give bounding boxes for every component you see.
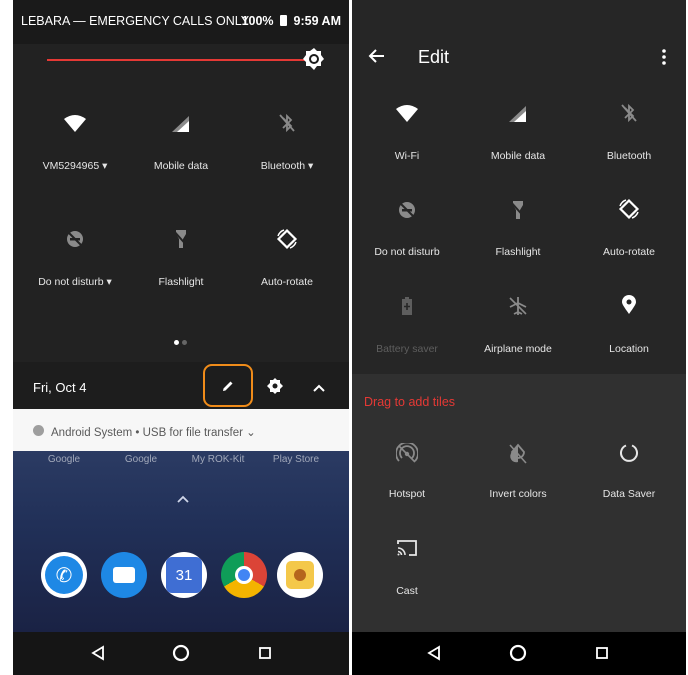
- bluetooth-off-icon[interactable]: [231, 112, 343, 139]
- home-app-label[interactable]: Google: [29, 454, 99, 465]
- battery-saver-icon[interactable]: [352, 296, 463, 321]
- home-app-label[interactable]: My ROK-Kit: [183, 454, 253, 465]
- location-icon[interactable]: [573, 295, 685, 320]
- wifi-icon[interactable]: [352, 104, 463, 129]
- tile-label[interactable]: Battery saver: [352, 343, 463, 355]
- edit-button[interactable]: [203, 364, 253, 407]
- home-app-label[interactable]: Google: [106, 454, 176, 465]
- tile-label[interactable]: Hotspot: [352, 488, 463, 500]
- auto-rotate-icon[interactable]: [231, 227, 343, 256]
- clock: 9:59 AM: [293, 14, 341, 28]
- battery-percent: 100%: [241, 14, 274, 28]
- messages-app-icon[interactable]: [101, 552, 147, 598]
- quick-settings-panel: LEBARA — EMERGENCY CALLS ONLY 100% 9:59 …: [13, 0, 349, 675]
- home-app-label[interactable]: Play Store: [261, 454, 331, 465]
- tile-bluetooth-label[interactable]: Bluetooth ▾: [231, 160, 343, 172]
- tile-label[interactable]: Do not disturb: [352, 246, 463, 258]
- mobile-data-icon[interactable]: [462, 104, 574, 129]
- tile-dnd-label[interactable]: Do not disturb ▾: [19, 276, 131, 288]
- tile-label[interactable]: Location: [573, 343, 685, 355]
- battery-icon: [280, 15, 288, 26]
- collapse-chevron-up-icon[interactable]: [313, 380, 325, 398]
- do-not-disturb-off-icon[interactable]: [352, 200, 463, 225]
- brightness-slider-thumb[interactable]: [303, 48, 325, 75]
- date-text: Fri, Oct 4: [33, 380, 87, 395]
- app-drawer-chevron-up-icon[interactable]: [176, 491, 190, 509]
- chevron-down-icon: ▾: [102, 160, 108, 172]
- quick-tiles-area: [13, 44, 349, 362]
- settings-gear-icon[interactable]: [267, 378, 283, 399]
- flashlight-off-icon[interactable]: [462, 199, 574, 226]
- tile-label[interactable]: Invert colors: [462, 488, 574, 500]
- recents-square-icon[interactable]: [590, 642, 614, 664]
- home-circle-icon[interactable]: [169, 642, 193, 664]
- tile-mobile-data-label[interactable]: Mobile data: [125, 160, 237, 172]
- invert-colors-off-icon[interactable]: [462, 443, 574, 470]
- tile-label[interactable]: Data Saver: [573, 488, 685, 500]
- edit-tiles-panel: Edit Wi-Fi Mobile data Bluetooth Do not …: [352, 0, 686, 675]
- back-triangle-icon[interactable]: [422, 642, 446, 664]
- android-system-icon: [33, 425, 44, 436]
- brightness-icon: [303, 48, 324, 70]
- overflow-menu-icon[interactable]: [662, 49, 666, 70]
- tile-label[interactable]: Auto-rotate: [573, 246, 685, 258]
- drag-to-add-heading: Drag to add tiles: [364, 395, 456, 409]
- airplane-mode-off-icon[interactable]: [462, 295, 574, 322]
- auto-rotate-icon[interactable]: [573, 197, 685, 226]
- notification-text[interactable]: Android System • USB for file transfer ⌄: [51, 425, 256, 439]
- do-not-disturb-off-icon[interactable]: [19, 229, 131, 254]
- back-triangle-icon[interactable]: [86, 642, 110, 664]
- page-title: Edit: [418, 47, 450, 67]
- home-screen-background: [13, 451, 349, 633]
- home-circle-icon[interactable]: [506, 642, 530, 664]
- edit-toolbar: [352, 0, 686, 86]
- carrier-text: LEBARA — EMERGENCY CALLS ONLY: [21, 14, 250, 28]
- tile-wifi-label[interactable]: VM5294965 ▾: [19, 160, 131, 172]
- tile-label[interactable]: Mobile data: [462, 150, 574, 162]
- camera-app-icon[interactable]: [277, 552, 323, 598]
- tile-label[interactable]: Airplane mode: [462, 343, 574, 355]
- tile-label[interactable]: Bluetooth: [573, 150, 685, 162]
- flashlight-off-icon[interactable]: [125, 228, 237, 255]
- bluetooth-off-icon[interactable]: [573, 102, 685, 129]
- tile-label[interactable]: Flashlight: [462, 246, 574, 258]
- brightness-slider-track[interactable]: [47, 59, 309, 61]
- status-bar: LEBARA — EMERGENCY CALLS ONLY 100% 9:59 …: [13, 0, 349, 44]
- chevron-down-icon: ▾: [308, 160, 314, 172]
- back-arrow-icon[interactable]: [368, 48, 386, 69]
- data-saver-icon[interactable]: [573, 443, 685, 468]
- page-indicator: [174, 332, 187, 350]
- tile-label[interactable]: Cast: [352, 585, 463, 597]
- calendar-app-icon[interactable]: 31: [161, 552, 207, 598]
- recents-square-icon[interactable]: [253, 642, 277, 664]
- status-right: 100% 9:59 AM: [242, 14, 341, 28]
- tile-auto-rotate-label[interactable]: Auto-rotate: [231, 276, 343, 288]
- active-tiles-grid: [352, 86, 686, 374]
- tile-flashlight-label[interactable]: Flashlight: [125, 276, 237, 288]
- mobile-data-icon[interactable]: [125, 114, 237, 139]
- chevron-down-icon: ⌄: [246, 427, 256, 439]
- phone-app-icon[interactable]: ✆: [41, 552, 87, 598]
- chevron-down-icon: ▾: [106, 276, 112, 288]
- hotspot-off-icon[interactable]: [352, 443, 463, 470]
- tile-label[interactable]: Wi-Fi: [352, 150, 463, 162]
- pencil-icon: [223, 381, 233, 391]
- cast-icon[interactable]: [352, 539, 463, 562]
- wifi-icon[interactable]: [19, 114, 131, 139]
- chrome-app-icon[interactable]: [221, 552, 267, 598]
